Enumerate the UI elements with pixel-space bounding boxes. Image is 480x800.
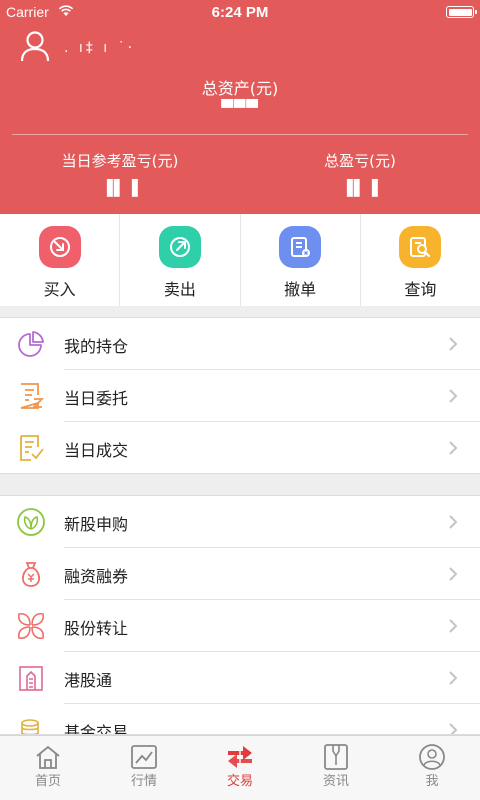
- clock: 6:24 PM: [211, 4, 269, 21]
- query-icon: [399, 226, 442, 268]
- buy-label: 买入: [43, 280, 76, 299]
- total-pl-value: ▐▌▐: [341, 179, 379, 197]
- trade-icon: [228, 746, 252, 768]
- money-bag-icon: [21, 562, 41, 587]
- account-header: Carrier 6:24 PM . ı‡ ı ˙· 总资产(元) ▀▀▀ 当日参…: [0, 0, 480, 214]
- share-transfer-label: 股份转让: [64, 619, 129, 638]
- sell-button[interactable]: 卖出: [120, 214, 241, 306]
- margin-trading-label: 融资融券: [64, 567, 129, 586]
- total-pl-label: 总盈亏(元): [324, 152, 396, 170]
- battery-icon: [446, 6, 477, 18]
- coins-icon: [21, 719, 39, 734]
- positions-label: 我的持仓: [64, 337, 129, 356]
- username[interactable]: . ı‡ ı ˙·: [64, 40, 135, 56]
- list-item-share-transfer[interactable]: 股份转让: [0, 600, 480, 652]
- list-item-daily-orders[interactable]: 当日委托: [0, 370, 480, 422]
- cancel-order-icon: [279, 226, 322, 268]
- total-assets-value: ▀▀▀: [221, 99, 259, 117]
- building-icon: [19, 666, 43, 691]
- tab-news-label: 资讯: [322, 774, 349, 789]
- chevron-right-icon: [449, 337, 458, 351]
- chevron-right-icon: [449, 671, 458, 685]
- chevron-right-icon: [449, 567, 458, 581]
- chevron-right-icon: [449, 619, 458, 633]
- daily-pl-label: 当日参考盈亏(元): [61, 152, 179, 170]
- list-item-ipo-subscription[interactable]: 新股申购: [0, 496, 480, 548]
- list-item-positions[interactable]: 我的持仓: [0, 318, 480, 370]
- query-label: 查询: [404, 280, 437, 299]
- daily-deals-label: 当日成交: [64, 441, 129, 460]
- tab-profile[interactable]: 我: [384, 736, 480, 800]
- daily-pl: 当日参考盈亏(元) ▐▌▐: [0, 150, 240, 197]
- quick-actions: 买入 卖出 撤单 查询: [0, 214, 480, 306]
- total-pl: 总盈亏(元) ▐▌▐: [240, 150, 480, 197]
- user-icon[interactable]: [20, 30, 50, 62]
- chevron-right-icon: [449, 389, 458, 403]
- tab-trade-label: 交易: [226, 774, 253, 789]
- tab-home-label: 首页: [34, 774, 61, 789]
- chevron-right-icon: [449, 515, 458, 529]
- tab-profile-label: 我: [425, 774, 439, 789]
- tab-trade[interactable]: 交易: [192, 736, 288, 800]
- positions-menu: 我的持仓 当日委托 当日成交: [0, 317, 480, 474]
- buy-button[interactable]: 买入: [0, 214, 121, 306]
- petal-icon: [17, 612, 45, 640]
- ipo-subscription-label: 新股申购: [64, 515, 129, 534]
- tab-news[interactable]: 资讯: [288, 736, 384, 800]
- cancel-order-label: 撤单: [284, 280, 317, 299]
- chevron-right-icon: [449, 441, 458, 455]
- fund-trading-label: 基金交易: [64, 723, 129, 735]
- news-icon: [324, 744, 348, 770]
- daily-orders-label: 当日委托: [64, 389, 129, 408]
- profile-icon: [419, 744, 445, 770]
- chevron-right-icon: [449, 723, 458, 734]
- hk-connect-label: 港股通: [64, 671, 113, 690]
- tab-market-label: 行情: [130, 774, 157, 789]
- tab-market[interactable]: 行情: [96, 736, 192, 800]
- list-item-hk-connect[interactable]: 港股通: [0, 652, 480, 704]
- status-bar: Carrier 6:24 PM: [0, 0, 480, 26]
- chart-icon: [131, 745, 157, 769]
- list-item-daily-deals[interactable]: 当日成交: [0, 422, 480, 474]
- header-divider: [12, 134, 468, 135]
- tab-bar: 首页 行情 交易 资讯 我: [0, 735, 480, 800]
- cancel-order-button[interactable]: 撤单: [241, 214, 361, 306]
- sell-label: 卖出: [163, 280, 196, 299]
- leaf-icon: [17, 508, 45, 536]
- total-assets-label: 总资产(元): [201, 79, 279, 98]
- tab-home[interactable]: 首页: [0, 736, 96, 800]
- order-list-icon: [20, 383, 45, 409]
- services-menu: 新股申购 融资融券 股份转让 港股通 基金交易: [0, 495, 480, 735]
- daily-pl-value: ▐▌▐: [101, 179, 139, 197]
- query-button[interactable]: 查询: [361, 214, 480, 306]
- list-item-fund-trading[interactable]: 基金交易: [0, 704, 480, 735]
- sell-icon: [158, 226, 201, 268]
- list-item-margin-trading[interactable]: 融资融券: [0, 548, 480, 600]
- buy-icon: [38, 226, 81, 268]
- deal-list-icon: [20, 435, 44, 461]
- pie-chart-icon: [18, 331, 44, 357]
- home-icon: [36, 745, 60, 769]
